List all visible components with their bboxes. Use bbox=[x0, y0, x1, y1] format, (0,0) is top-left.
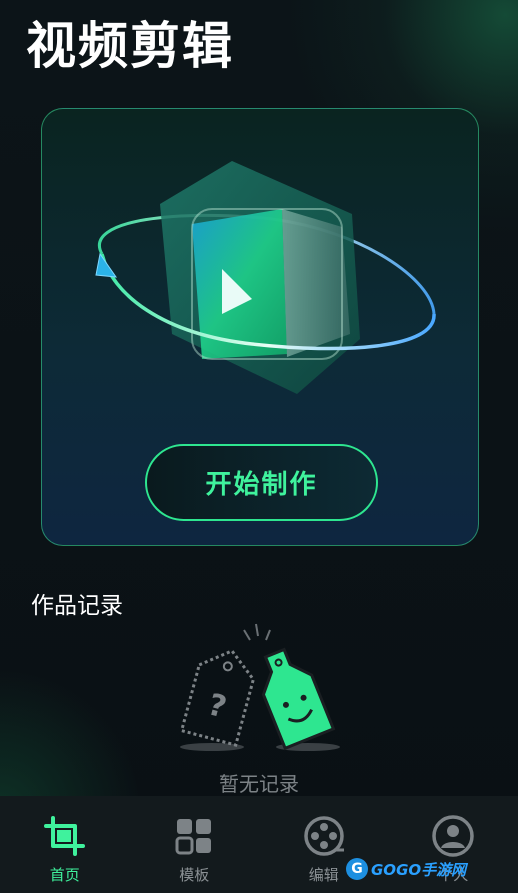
hero-card: 开始制作 bbox=[41, 108, 479, 546]
tab-templates-label: 模板 bbox=[179, 866, 210, 884]
empty-tags-icon: ? bbox=[179, 623, 340, 751]
grid-icon bbox=[175, 819, 212, 855]
watermark: G GOGO手游网 bbox=[346, 858, 466, 880]
tab-home[interactable]: 首页 bbox=[0, 796, 130, 893]
tab-edit-label: 编辑 bbox=[308, 866, 339, 884]
gogo-logo-icon: G bbox=[346, 858, 368, 880]
works-record-title: 作品记录 bbox=[31, 593, 123, 619]
empty-records-text: 暂无记录 bbox=[219, 772, 299, 796]
tab-home-label: 首页 bbox=[49, 866, 80, 884]
page-title: 视频剪辑 bbox=[26, 17, 234, 75]
film-reel-icon bbox=[304, 816, 344, 856]
watermark-text: GOGO手游网 bbox=[371, 860, 467, 879]
tab-templates[interactable]: 模板 bbox=[130, 796, 260, 893]
svg-text:?: ? bbox=[204, 687, 230, 725]
start-creating-button[interactable]: 开始制作 bbox=[145, 444, 378, 521]
crop-icon bbox=[43, 816, 85, 856]
user-icon bbox=[432, 815, 474, 857]
